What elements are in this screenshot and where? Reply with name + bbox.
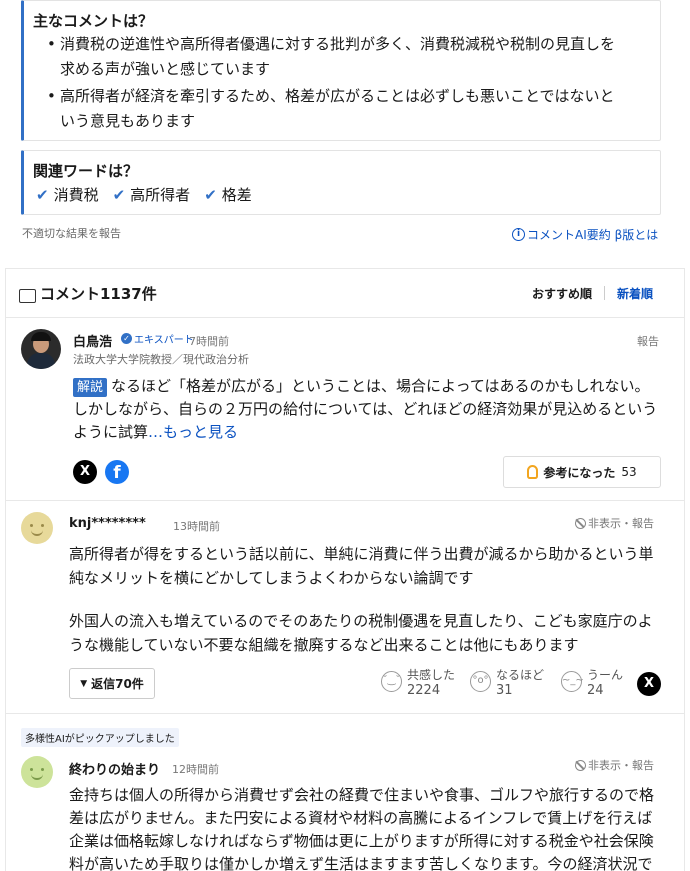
helpful-button[interactable]: 参考になった 53 [503,456,661,488]
comment-text: 高所得者が得をするという話以前に、単純に消費に伴う出費が減るから助かるという単 … [69,545,654,587]
check-icon: ✔ [204,185,217,204]
reaction-hmm[interactable]: ~_~ うーん 24 [561,668,623,698]
expert-report-link[interactable]: 報告 [637,333,659,349]
sort-newest[interactable]: 新着順 [617,285,653,302]
share-x-icon[interactable]: X [73,460,97,484]
expert-affiliation: 法政大学大学院教授／現代政治分析 [73,353,249,366]
related-word[interactable]: ✔ 高所得者 [113,184,191,205]
summary-title: 主なコメントは？ [33,12,154,30]
hide-report-link[interactable]: 非表示・報告 [575,515,654,531]
expert-comment-text: 解説 なるほど「格差が広がる」ということは、場合によってはあるのかもしれない。 し… [73,377,658,441]
confused-icon: ~_~ [561,671,584,692]
verified-icon: ✓ [121,333,132,344]
user-avatar[interactable] [21,756,53,788]
page: 主なコメントは？ • 消費税の逆進性や高所得者優遇に対する批判が多く、消費税減税… [0,0,690,871]
divider [6,317,684,318]
right-border [684,268,685,871]
related-box: 関連ワードは？ ✔ 消費税 ✔ 高所得者 ✔ 格差 [21,150,661,215]
check-icon: ✔ [36,185,49,204]
bullet-dot: • [47,87,56,105]
summary-bullet: • 高所得者が経済を牽引するため、格差が広がることは必ずしも悪いことではないと … [47,84,615,134]
sort-separator [604,286,605,300]
reaction-insightful[interactable]: °o° なるほど 31 [470,668,544,698]
info-icon: i [512,228,525,241]
summary-box: 主なコメントは？ • 消費税の逆進性や高所得者優遇に対する批判が多く、消費税減税… [21,0,661,141]
user-name[interactable]: knj******** [69,516,146,531]
share-x-icon[interactable]: X [637,672,661,696]
summary-bullet: • 消費税の逆進性や高所得者優遇に対する批判が多く、消費税減税や税制の見直しを … [47,32,615,82]
hide-icon [575,759,586,771]
comments-title: コメント1137件 [40,285,157,303]
share-facebook-icon[interactable]: f [105,460,129,484]
divider [6,500,684,501]
ai-info-link[interactable]: i コメントAI要約 β版とは [512,226,658,243]
comments-header: コメント1137件 [19,283,157,304]
comment-time: 13時間前 [173,520,220,533]
lightbulb-icon [527,465,539,479]
divider [6,268,684,269]
divider [6,713,684,714]
check-icon: ✔ [112,185,126,204]
hide-icon [575,517,586,529]
read-more-link[interactable]: …もっと見る [148,423,238,441]
tag-explanation: 解説 [73,378,108,397]
related-word[interactable]: ✔ 格差 [204,184,252,205]
smile-icon: ˘‿˘ [381,671,402,692]
expert-badge: ✓ エキスパート [121,331,194,346]
comment-icon [19,288,36,303]
left-border [5,268,6,871]
sort-recommended[interactable]: おすすめ順 [532,285,592,302]
replies-button[interactable]: ▼ 返信70件 [69,668,155,699]
expert-time: 7時間前 [189,335,229,348]
surprised-icon: °o° [470,671,491,692]
user-avatar[interactable] [21,512,53,544]
bullet-dot: • [47,35,56,53]
hide-report-link[interactable]: 非表示・報告 [575,757,654,773]
report-result-link[interactable]: 不適切な結果を報告 [22,225,121,241]
expert-name[interactable]: 白鳥浩 [73,331,112,350]
user-name[interactable]: 終わりの始まり [69,759,160,778]
pickup-label: 多様性AIがピックアップしました [21,728,179,747]
caret-down-icon: ▼ [80,678,88,689]
comment-time: 12時間前 [172,763,219,776]
comment-text: 金持ちは個人の所得から消費せず会社の経費で住まいや食事、ゴルフや旅行するので格 … [69,786,655,871]
related-words: ✔ 消費税 ✔ 高所得者 ✔ 格差 [36,184,266,205]
related-word[interactable]: ✔ 消費税 [36,184,99,205]
comment-text: 外国人の流入も増えているのでそのあたりの税制優遇を見直したり、こども家庭庁のよ … [69,612,653,654]
reaction-agree[interactable]: ˘‿˘ 共感した 2224 [381,668,455,698]
expert-avatar[interactable] [21,329,61,369]
related-title: 関連ワードは？ [33,162,139,180]
